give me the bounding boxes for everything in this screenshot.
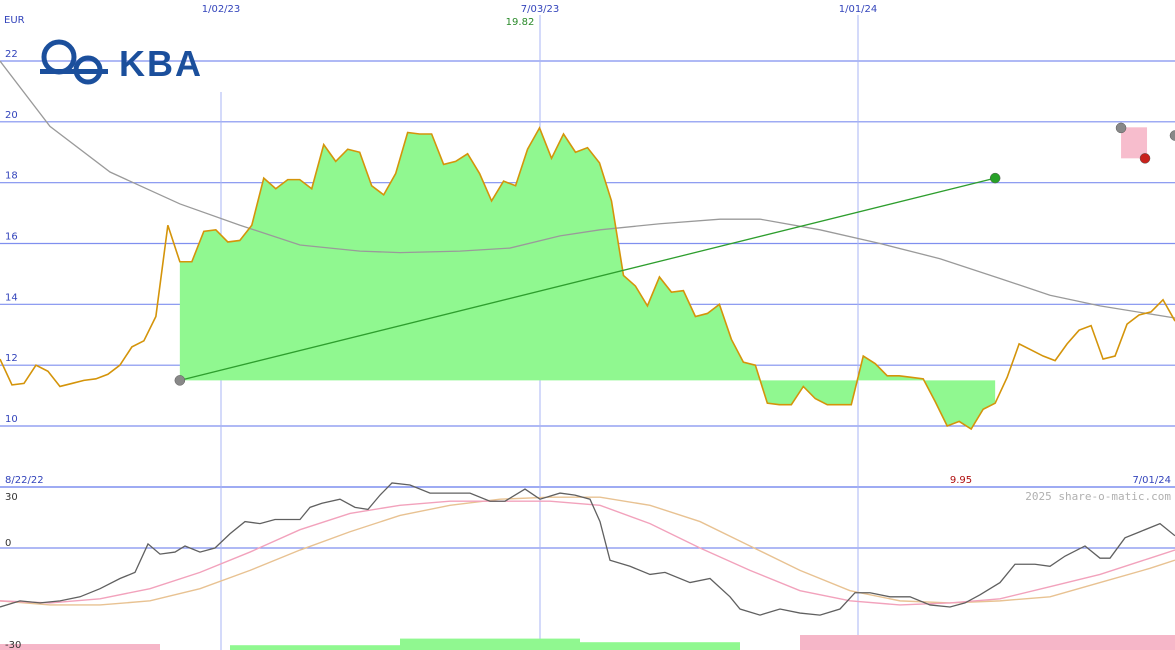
- marker-grey: [1115, 122, 1127, 134]
- x-tick-label-bottom: 8/22/22: [5, 475, 44, 486]
- company-logo: KBA: [40, 39, 203, 85]
- volume-bars: [0, 635, 1175, 650]
- osc-y-tick-label: 0: [5, 538, 11, 549]
- x-tick-label-top: 1/02/23: [202, 4, 241, 15]
- osc-y-tick-label: 30: [5, 492, 18, 503]
- min-annotation: 9.95: [950, 475, 972, 486]
- marker-green: [989, 172, 1001, 184]
- logo-bar: [40, 69, 108, 74]
- marker-grey: [174, 375, 186, 386]
- volume-bar: [400, 638, 580, 650]
- volume-bar: [580, 642, 740, 650]
- x-tick-label-top: 7/03/23: [521, 4, 560, 15]
- currency-label: EUR: [4, 15, 25, 26]
- logo-text: KBA: [119, 43, 203, 84]
- volume-bar: [800, 635, 1175, 650]
- stock-chart: 10 12 14 16 18 20 22 1/02/23 7/03/23 1/01/24 8/22/…: [0, 4, 1175, 650]
- watermark: 2025 share-o-matic.com: [1025, 490, 1171, 503]
- fill-region-0: [179, 127, 996, 430]
- y-tick-label: 14: [5, 292, 18, 303]
- marker-grey: [1169, 130, 1175, 141]
- y-tick-label: 12: [5, 353, 18, 364]
- volume-bar: [230, 645, 400, 650]
- max-annotation: 19.82: [506, 17, 535, 28]
- marker-red: [1139, 153, 1151, 164]
- oscillator-lines: [0, 482, 1175, 616]
- osc-main-line: [0, 482, 1175, 616]
- y-tick-label: 18: [5, 171, 18, 182]
- y-tick-label: 10: [5, 414, 18, 425]
- y-tick-label: 20: [5, 110, 18, 121]
- fill-regions: [179, 127, 996, 430]
- y-tick-label: 22: [5, 49, 18, 60]
- osc-pink-line: [0, 500, 1175, 606]
- x-tick-label-top: 1/01/24: [839, 4, 878, 15]
- logo-ring-left: [41, 39, 77, 75]
- osc-y-tick-label: -30: [5, 640, 21, 650]
- volume-bar: [0, 644, 160, 650]
- x-tick-label-bottom: 7/01/24: [1132, 475, 1171, 486]
- y-tick-label: 16: [5, 232, 18, 243]
